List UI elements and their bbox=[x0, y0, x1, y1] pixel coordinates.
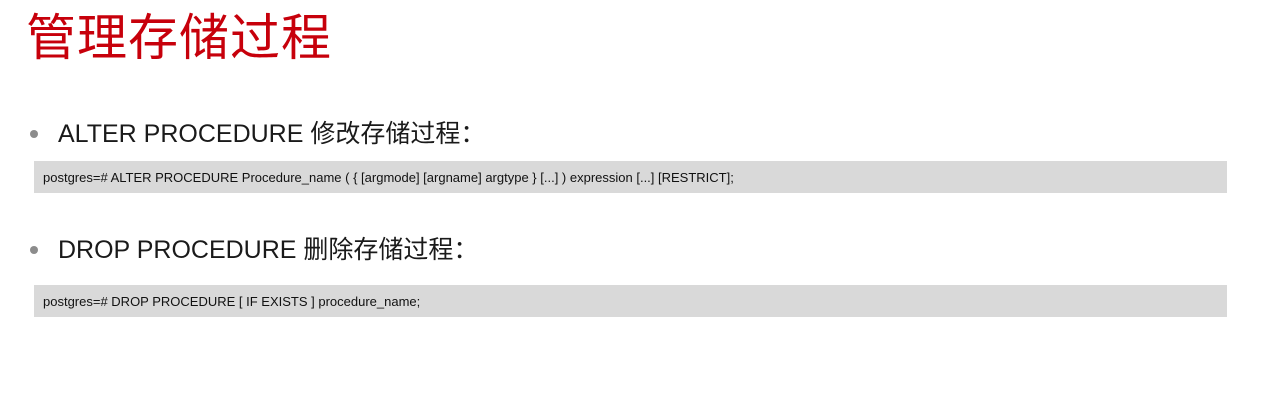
bullet-alter-procedure: ALTER PROCEDURE 修改存储过程： bbox=[30, 117, 485, 151]
code-text: postgres=# ALTER PROCEDURE Procedure_nam… bbox=[43, 169, 734, 185]
bullet-dot-icon bbox=[30, 246, 38, 254]
code-text: postgres=# DROP PROCEDURE [ IF EXISTS ] … bbox=[43, 293, 421, 309]
bullet-heading: DROP PROCEDURE 删除存储过程： bbox=[58, 236, 479, 264]
bullet-dot-icon bbox=[30, 130, 38, 138]
bullet-heading: ALTER PROCEDURE 修改存储过程： bbox=[58, 120, 486, 148]
code-block-alter-procedure: postgres=# ALTER PROCEDURE Procedure_nam… bbox=[34, 161, 1227, 193]
bullet-drop-procedure: DROP PROCEDURE 删除存储过程： bbox=[30, 233, 478, 267]
page-title: 管理存储过程 bbox=[26, 10, 332, 66]
code-block-drop-procedure: postgres=# DROP PROCEDURE [ IF EXISTS ] … bbox=[34, 285, 1227, 317]
